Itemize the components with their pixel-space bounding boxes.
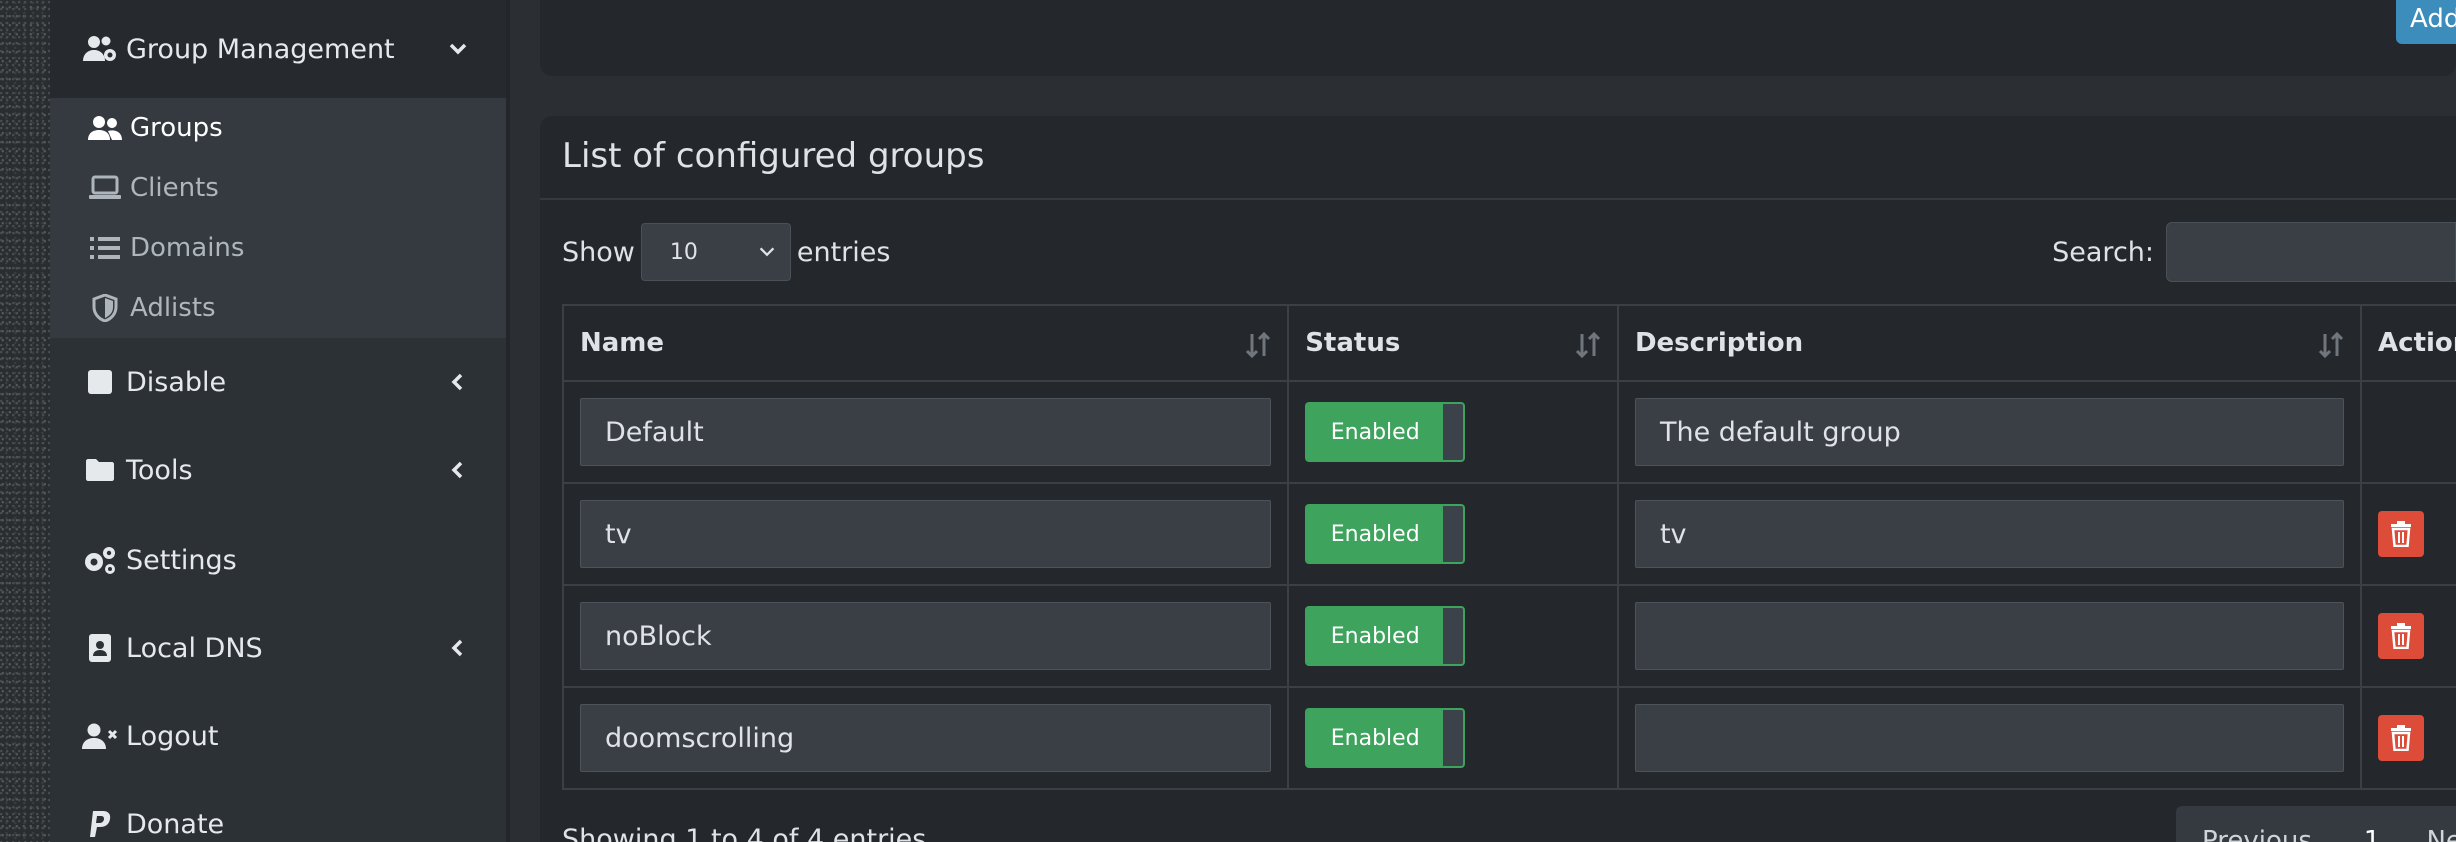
table-row: Default Enabled The default group (561, 380, 2456, 484)
sidebar-item-label: Clients (130, 173, 219, 203)
status-label: Enabled (1307, 404, 1444, 460)
status-toggle[interactable]: Enabled (1305, 504, 1466, 564)
chevron-down-icon (759, 247, 775, 257)
search-control: Search: (2052, 222, 2456, 282)
groups-card: List of configured groups Show 10 entrie… (540, 116, 2456, 842)
pagination-previous[interactable]: Previous (2202, 826, 2312, 842)
paypal-icon (82, 806, 118, 842)
page-length-value: 10 (669, 239, 698, 265)
sidebar: Group Management Groups Clients Domains (50, 0, 506, 842)
users-icon (88, 111, 122, 145)
group-description-input[interactable]: tv (1634, 500, 2345, 568)
search-label: Search: (2052, 236, 2154, 268)
sidebar-item-label: Group Management (126, 33, 395, 65)
group-name-input[interactable]: doomscrolling (580, 704, 1272, 772)
status-label: Enabled (1307, 608, 1444, 664)
group-name-input[interactable]: tv (580, 500, 1272, 568)
stop-square-icon (82, 364, 118, 400)
column-header-status[interactable]: Status (1287, 304, 1619, 382)
list-icon (88, 231, 122, 265)
status-label: Enabled (1307, 710, 1444, 766)
delete-button[interactable] (2378, 715, 2425, 761)
sidebar-item-label: Groups (130, 113, 223, 143)
sidebar-item-label: Tools (126, 454, 193, 486)
chevron-left-icon (451, 639, 463, 657)
column-header-name[interactable]: Name (561, 304, 1290, 382)
sidebar-item-label: Local DNS (126, 632, 263, 664)
address-book-icon (82, 630, 118, 666)
sidebar-item-logout[interactable]: Logout (50, 706, 506, 766)
folder-icon (82, 452, 118, 488)
card-title: List of configured groups (540, 116, 2456, 200)
sidebar-item-disable[interactable]: Disable (50, 352, 506, 412)
delete-button[interactable] (2378, 613, 2425, 659)
table-row: tv Enabled tv (561, 482, 2456, 586)
column-label: Description (1634, 328, 1804, 358)
action-cell-empty (2360, 380, 2456, 484)
sidebar-item-adlists[interactable]: Adlists (50, 278, 506, 338)
laptop-icon (88, 171, 122, 205)
trash-icon (2391, 521, 2412, 547)
users-cog-icon (82, 31, 118, 67)
group-name-input[interactable]: noBlock (580, 602, 1272, 670)
show-label: Show (562, 236, 635, 268)
status-label: Enabled (1307, 506, 1444, 562)
pagination-page[interactable]: 1 (2364, 826, 2381, 842)
column-label: Name (580, 328, 665, 358)
group-description-input[interactable] (1634, 602, 2345, 670)
trash-icon (2391, 725, 2412, 751)
column-label: Status (1305, 328, 1401, 358)
table-header-row: Name Status Description Action (561, 304, 2456, 382)
chevron-left-icon (451, 461, 463, 479)
background-texture (0, 0, 50, 842)
sidebar-item-groups[interactable]: Groups (50, 98, 506, 158)
chevron-left-icon (451, 373, 463, 391)
status-toggle[interactable]: Enabled (1305, 402, 1466, 462)
gears-icon (82, 542, 118, 578)
delete-button[interactable] (2378, 511, 2425, 557)
groups-table: Name Status Description Action (561, 304, 2456, 790)
table-info: Showing 1 to 4 of 4 entries (562, 824, 927, 842)
column-header-description[interactable]: Description (1616, 304, 2363, 382)
sidebar-item-domains[interactable]: Domains (50, 218, 506, 278)
sidebar-item-label: Adlists (130, 293, 216, 323)
sidebar-item-label: Donate (126, 808, 225, 840)
sidebar-item-label: Disable (126, 366, 227, 398)
column-label: Action (2378, 328, 2456, 358)
add-button[interactable]: Add (2396, 0, 2456, 44)
sidebar-item-label: Settings (126, 544, 237, 576)
sidebar-item-label: Logout (126, 720, 219, 752)
table-row: doomscrolling Enabled (561, 686, 2456, 790)
group-management-submenu: Groups Clients Domains Adlists (50, 98, 506, 338)
trash-icon (2391, 623, 2412, 649)
sort-icon (2318, 331, 2344, 359)
add-group-box: Add (540, 0, 2456, 76)
sidebar-item-settings[interactable]: Settings (50, 530, 506, 590)
pagination: Previous 1 Next (2176, 806, 2456, 842)
status-toggle[interactable]: Enabled (1305, 606, 1466, 666)
entries-label: entries (796, 236, 891, 268)
sidebar-item-label: Domains (130, 233, 245, 263)
sidebar-item-clients[interactable]: Clients (50, 158, 506, 218)
group-description-input[interactable] (1634, 704, 2345, 772)
sort-icon (1246, 331, 1271, 359)
search-input[interactable] (2166, 222, 2456, 282)
group-name-input[interactable]: Default (580, 398, 1272, 466)
column-header-action: Action (2360, 304, 2456, 382)
pagination-next[interactable]: Next (2426, 826, 2456, 842)
main-content: Add List of configured groups Show 10 en… (510, 0, 2456, 842)
user-times-icon (82, 718, 118, 754)
sort-icon (1575, 331, 1601, 359)
group-description-input[interactable]: The default group (1634, 398, 2345, 466)
chevron-down-icon (449, 43, 467, 55)
status-toggle[interactable]: Enabled (1305, 708, 1466, 768)
sidebar-item-donate[interactable]: Donate (50, 794, 506, 842)
page-length-select[interactable]: 10 (640, 223, 791, 281)
table-row: noBlock Enabled (561, 584, 2456, 688)
page-length-control: Show 10 entries (562, 222, 890, 282)
sidebar-item-local-dns[interactable]: Local DNS (50, 618, 506, 678)
sidebar-item-tools[interactable]: Tools (50, 440, 506, 500)
sidebar-item-group-management[interactable]: Group Management (50, 0, 506, 98)
shield-icon (88, 291, 122, 325)
